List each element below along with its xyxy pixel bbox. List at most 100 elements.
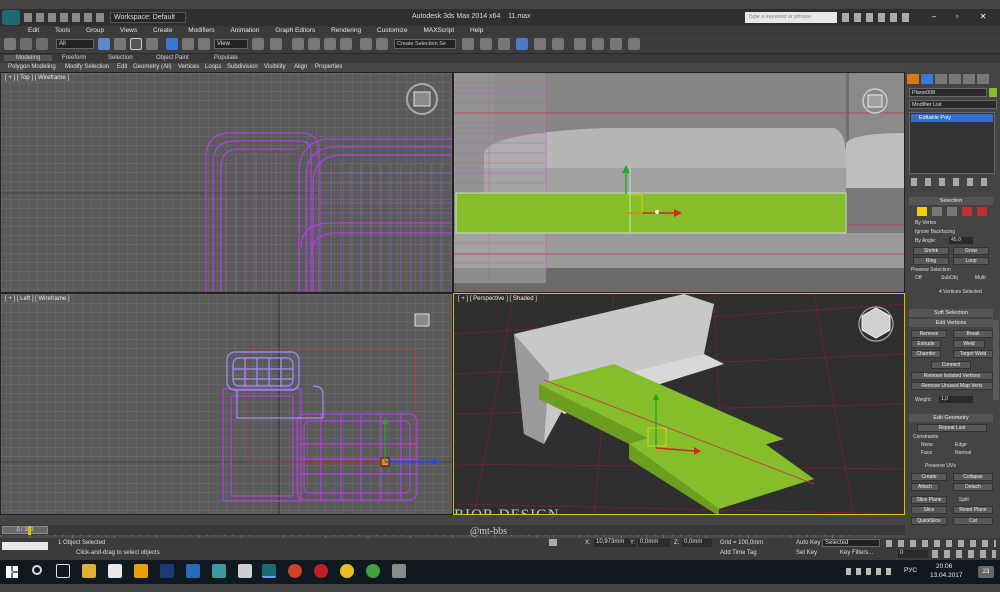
border-mode-icon[interactable] [947, 207, 957, 216]
weight-spinner[interactable]: 1,0 [939, 396, 973, 403]
material-editor-icon[interactable] [552, 38, 564, 50]
schematic-view-icon[interactable] [534, 38, 546, 50]
panel-scrollbar[interactable] [993, 320, 999, 400]
grow-button[interactable]: Grow [953, 247, 989, 255]
link-icon[interactable] [20, 38, 32, 50]
slice-plane-button[interactable]: Slice Plane [911, 496, 947, 504]
ignore-backfacing-checkbox[interactable]: Ignore Backfacing [915, 229, 955, 235]
viewport-top-label[interactable]: [ + ] [ Top ] [ Wireframe ] [5, 75, 69, 81]
break-button[interactable]: Break [953, 330, 993, 338]
menu-customize[interactable]: Customize [377, 26, 408, 36]
by-vertex-checkbox[interactable]: By Vertex [915, 220, 936, 226]
auto-key-dropdown[interactable]: Selected [822, 539, 880, 547]
create-button[interactable]: Create [911, 473, 947, 481]
rendered-frame-icon[interactable] [592, 38, 604, 50]
add-time-tag[interactable]: Add Time Tag [720, 550, 757, 556]
split-checkbox[interactable]: Split [959, 497, 969, 503]
task-view-icon[interactable] [56, 564, 70, 578]
stack-tools[interactable] [911, 178, 995, 186]
render-setup-icon[interactable] [574, 38, 586, 50]
time-slider-thumb[interactable]: 0 / 100 [2, 526, 48, 534]
current-frame-field[interactable]: 0 [898, 550, 928, 558]
reference-coordinate-dropdown[interactable]: View [214, 39, 248, 49]
edge-mode-icon[interactable] [932, 207, 942, 216]
constraint-none-radio[interactable]: None [921, 442, 933, 448]
y-coord[interactable]: 0,0mm [638, 539, 670, 547]
workspace-dropdown[interactable]: Workspace: Default [110, 12, 186, 23]
edit-named-selection-icon[interactable] [360, 38, 372, 50]
layer-manager-icon[interactable] [480, 38, 492, 50]
search-icon[interactable] [32, 565, 42, 575]
tab-freeform[interactable]: Freeform [62, 55, 86, 61]
by-angle-checkbox[interactable]: By Angle: [915, 238, 936, 244]
motion-tab-icon[interactable] [949, 74, 961, 84]
selection-rollout-header[interactable]: Selection [909, 197, 993, 205]
viewport-left[interactable]: [ + ] [ Left ] [ Wireframe ] [0, 293, 453, 515]
rectangle-selection-icon[interactable] [130, 38, 142, 50]
maximize-button[interactable]: ▫ [948, 12, 966, 23]
connect-button[interactable]: Connect [931, 361, 971, 369]
set-key-button[interactable]: Set Key [796, 550, 817, 556]
preview-off-radio[interactable]: Off [915, 275, 922, 281]
preview-multi-radio[interactable]: Multi [975, 275, 986, 281]
tab-populate[interactable]: Populate [214, 55, 238, 61]
viewport-perspective[interactable]: [ + ] [ Perspective ] [ Shaded ] INTERIO… [453, 293, 905, 515]
ribbon-vertices[interactable]: Vertices [178, 64, 199, 70]
reset-plane-button[interactable]: Reset Plane [953, 506, 993, 514]
auto-key-button[interactable]: Auto Key [796, 540, 820, 546]
chamfer-button[interactable]: Chamfer [911, 350, 941, 358]
slice-button[interactable]: Slice [911, 506, 947, 514]
loop-button[interactable]: Loop [953, 257, 989, 265]
ribbon-visibility[interactable]: Visibility [264, 64, 286, 70]
menu-views[interactable]: Views [120, 26, 137, 36]
curve-editor-icon[interactable] [516, 38, 528, 50]
shrink-button[interactable]: Shrink [913, 247, 949, 255]
display-tab-icon[interactable] [963, 74, 975, 84]
weld-button[interactable]: Weld [953, 340, 985, 348]
cut-button[interactable]: Cut [953, 517, 993, 525]
3dsmax-taskbar-icon[interactable] [262, 564, 276, 578]
graphite-toggle-icon[interactable] [498, 38, 510, 50]
render-production-icon[interactable] [610, 38, 622, 50]
constraint-face-radio[interactable]: Face [921, 450, 932, 456]
attach-button[interactable]: Attach [911, 483, 939, 491]
viewport-top[interactable]: [ + ] [ Top ] [ Wireframe ] [0, 72, 453, 293]
percent-snap-icon[interactable] [324, 38, 336, 50]
extrude-button[interactable]: Extrude [911, 340, 941, 348]
create-tab-icon[interactable] [907, 74, 919, 84]
remove-unused-map-button[interactable]: Remove Unused Map Verts [911, 382, 993, 390]
constraint-normal-radio[interactable]: Normal [955, 450, 971, 456]
app-logo[interactable] [2, 10, 20, 25]
render-iterative-icon[interactable] [628, 38, 640, 50]
collapse-button[interactable]: Collapse [953, 473, 993, 481]
soft-selection-rollout-header[interactable]: Soft Selection [909, 309, 993, 317]
remove-isolated-button[interactable]: Remove Isolated Vertices [911, 372, 993, 380]
viewport-nav-controls[interactable] [932, 550, 996, 558]
constraint-edge-radio[interactable]: Edge [955, 442, 967, 448]
select-and-move-icon[interactable] [166, 38, 178, 50]
target-weld-button[interactable]: Target Weld [953, 350, 993, 358]
minimize-button[interactable]: – [925, 12, 943, 23]
tab-object-paint[interactable]: Object Paint [156, 55, 189, 61]
lock-selection-icon[interactable] [549, 539, 557, 546]
ribbon-polygon-modeling[interactable]: Polygon Modeling [8, 64, 56, 70]
app-icon-2[interactable] [212, 564, 226, 578]
object-name-field[interactable]: Plane008 [909, 88, 987, 97]
angle-snap-icon[interactable] [308, 38, 320, 50]
ribbon-modify-selection[interactable]: Modify Selection [65, 64, 109, 70]
utilities-tab-icon[interactable] [977, 74, 989, 84]
angle-spinner[interactable]: 45,0 [949, 237, 973, 244]
key-filters-button[interactable]: Key Filters... [840, 550, 873, 556]
manipulate-icon[interactable] [270, 38, 282, 50]
ribbon-loops[interactable]: Loops [205, 64, 221, 70]
ribbon-align[interactable]: Align [294, 64, 307, 70]
language-indicator[interactable]: РУС [904, 567, 917, 574]
stack-item-editable-poly[interactable]: Editable Poly [911, 114, 993, 122]
tray-icons[interactable] [846, 568, 896, 575]
app-icon-3[interactable] [340, 564, 354, 578]
app-icon-1[interactable] [186, 564, 200, 578]
ribbon-edit[interactable]: Edit [117, 64, 127, 70]
opera-icon[interactable] [314, 564, 328, 578]
preview-subobj-radio[interactable]: SubObj [941, 275, 958, 281]
tab-selection[interactable]: Selection [108, 55, 133, 61]
